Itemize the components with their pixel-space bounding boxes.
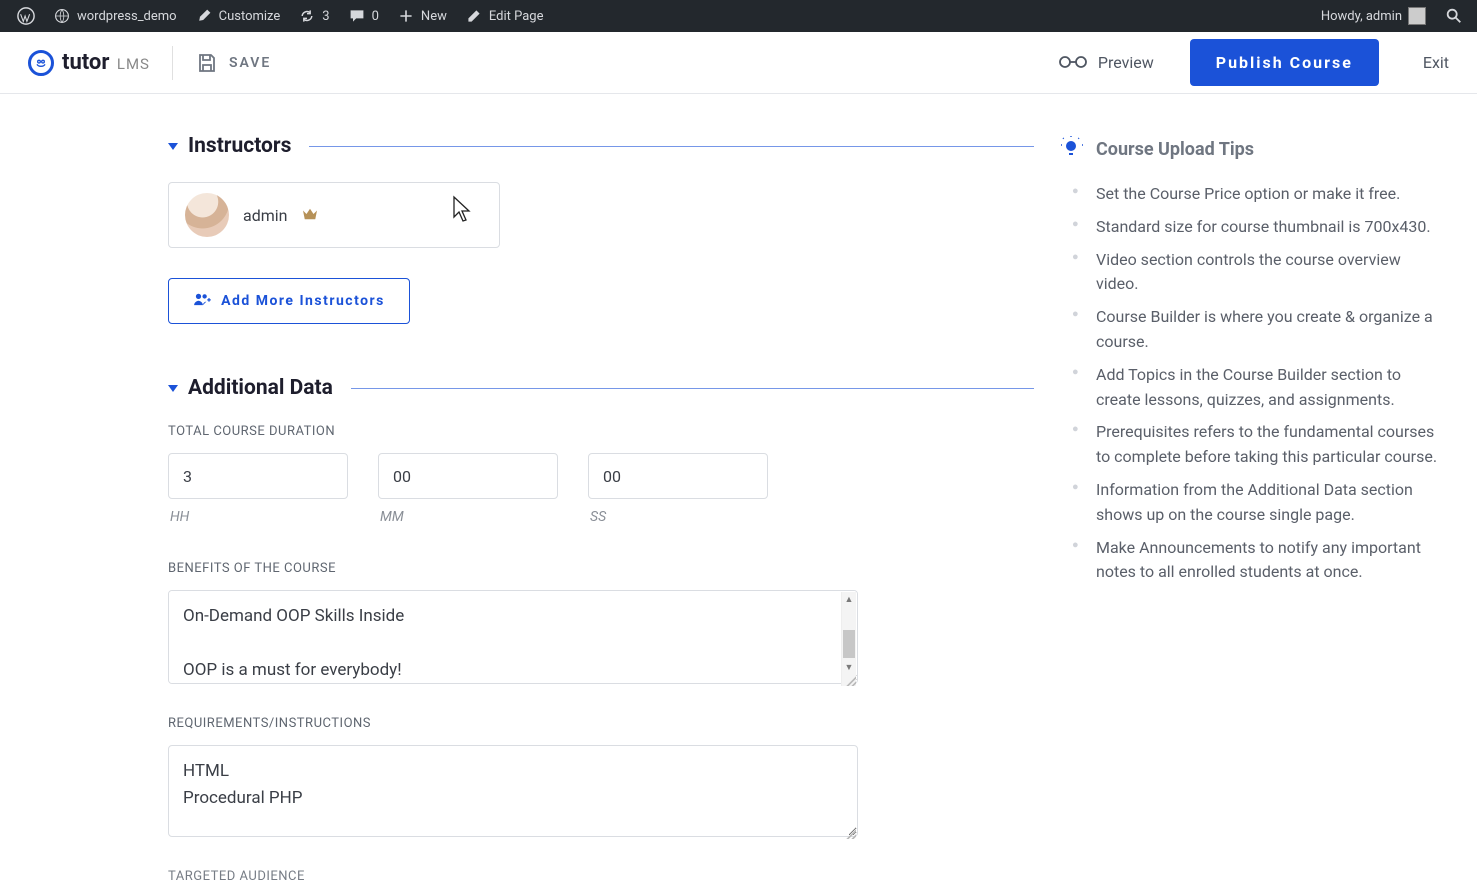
add-instructors-label: Add More Instructors — [221, 293, 385, 309]
tip-item: Standard size for course thumbnail is 70… — [1092, 215, 1438, 240]
save-button[interactable]: SAVE — [195, 51, 271, 75]
resize-grip-icon[interactable] — [844, 827, 856, 839]
exit-label: Exit — [1423, 53, 1449, 72]
main-area: Instructors admin Add More Instructors A… — [0, 94, 1477, 884]
hh-hint: HH — [168, 509, 348, 525]
pencil-icon — [465, 7, 483, 25]
refresh-icon — [298, 7, 316, 25]
section-rule — [309, 146, 1034, 147]
tip-item: Course Builder is where you create & org… — [1092, 305, 1438, 355]
instructors-section-head[interactable]: Instructors — [168, 134, 1034, 158]
tutor-lms-brand[interactable]: tutor LMS — [28, 50, 150, 76]
preview-button[interactable]: Preview — [1044, 53, 1168, 73]
tip-item: Information from the Additional Data sec… — [1092, 478, 1438, 528]
tip-item: Make Announcements to notify any importa… — [1092, 536, 1438, 586]
edit-page-text: Edit Page — [489, 9, 544, 24]
tips-list: Set the Course Price option or make it f… — [1058, 182, 1438, 585]
comments-count: 0 — [372, 9, 379, 24]
caret-down-icon — [168, 143, 178, 150]
editor-top-bar: tutor LMS SAVE Preview Publish Course Ex… — [0, 32, 1477, 94]
additional-data-heading: Additional Data — [188, 376, 333, 400]
scroll-down-arrow-icon[interactable]: ▼ — [842, 660, 856, 674]
avatar — [185, 193, 229, 237]
save-icon — [195, 51, 219, 75]
howdy-link[interactable]: Howdy, admin — [1312, 0, 1435, 32]
benefits-textarea[interactable] — [168, 590, 858, 684]
duration-row — [168, 453, 1034, 499]
duration-hh-input[interactable] — [168, 453, 348, 499]
updates-count: 3 — [322, 9, 329, 24]
tips-head: Course Upload Tips — [1058, 134, 1438, 164]
benefits-wrap: ▲ ▼ — [168, 590, 858, 688]
comment-icon — [348, 7, 366, 25]
resize-grip-icon[interactable] — [844, 674, 856, 686]
exit-button[interactable]: Exit — [1401, 53, 1449, 72]
scroll-thumb[interactable] — [843, 630, 855, 658]
scroll-up-arrow-icon[interactable]: ▲ — [842, 592, 856, 606]
add-more-instructors-button[interactable]: Add More Instructors — [168, 278, 410, 324]
additional-data-section-head[interactable]: Additional Data — [168, 376, 1034, 400]
tip-item: Prerequisites refers to the fundamental … — [1092, 420, 1438, 470]
duration-hints: HH MM SS — [168, 509, 1034, 525]
customize-text: Customize — [219, 9, 281, 24]
left-column: Instructors admin Add More Instructors A… — [168, 134, 1034, 884]
brand-text: tutor LMS — [62, 50, 150, 75]
new-content-link[interactable]: New — [388, 0, 456, 32]
instructor-name: admin — [243, 206, 287, 225]
instructors-heading: Instructors — [188, 134, 291, 158]
requirements-wrap — [168, 745, 858, 841]
wp-admin-bar: wordpress_demo Customize 3 0 New Edit Pa… — [0, 0, 1477, 32]
tip-item: Add Topics in the Course Builder section… — [1092, 363, 1438, 413]
requirements-textarea[interactable] — [168, 745, 858, 837]
separator — [172, 46, 173, 80]
section-rule — [351, 388, 1034, 389]
comments-link[interactable]: 0 — [339, 0, 388, 32]
crown-icon — [301, 206, 319, 225]
instructor-card[interactable]: admin — [168, 182, 500, 248]
ss-hint: SS — [588, 509, 768, 525]
site-name-text: wordpress_demo — [77, 9, 177, 24]
lightbulb-icon — [1058, 134, 1084, 164]
scrollbar[interactable]: ▲ ▼ — [841, 592, 856, 686]
new-text: New — [421, 9, 447, 24]
tip-item: Video section controls the course overvi… — [1092, 248, 1438, 298]
targeted-audience-label: TARGETED AUDIENCE — [168, 869, 1034, 884]
howdy-text: Howdy, admin — [1321, 9, 1402, 24]
customize-link[interactable]: Customize — [186, 0, 290, 32]
publish-label: Publish Course — [1216, 53, 1353, 72]
search-toggle[interactable] — [1439, 0, 1469, 32]
cursor-pointer-icon — [451, 195, 473, 229]
save-label: SAVE — [229, 55, 271, 71]
preview-label: Preview — [1098, 53, 1154, 72]
edit-page-link[interactable]: Edit Page — [456, 0, 553, 32]
tips-title: Course Upload Tips — [1096, 139, 1254, 160]
duration-ss-input[interactable] — [588, 453, 768, 499]
avatar-mini-icon — [1408, 7, 1426, 25]
benefits-label: BENEFITS OF THE COURSE — [168, 561, 1034, 576]
users-plus-icon — [193, 292, 211, 310]
caret-down-icon — [168, 385, 178, 392]
wp-logo-menu[interactable] — [8, 0, 44, 32]
home-icon — [53, 7, 71, 25]
tip-item: Set the Course Price option or make it f… — [1092, 182, 1438, 207]
wordpress-icon — [17, 7, 35, 25]
plus-icon — [397, 7, 415, 25]
tutor-logo-icon — [28, 50, 54, 76]
search-icon — [1445, 7, 1463, 25]
right-column: Course Upload Tips Set the Course Price … — [1058, 134, 1438, 884]
mm-hint: MM — [378, 509, 558, 525]
updates-link[interactable]: 3 — [289, 0, 338, 32]
glasses-icon — [1058, 53, 1088, 73]
duration-mm-input[interactable] — [378, 453, 558, 499]
brush-icon — [195, 7, 213, 25]
publish-course-button[interactable]: Publish Course — [1190, 39, 1379, 86]
duration-label: TOTAL COURSE DURATION — [168, 424, 1034, 439]
requirements-label: REQUIREMENTS/INSTRUCTIONS — [168, 716, 1034, 731]
site-name-link[interactable]: wordpress_demo — [44, 0, 186, 32]
